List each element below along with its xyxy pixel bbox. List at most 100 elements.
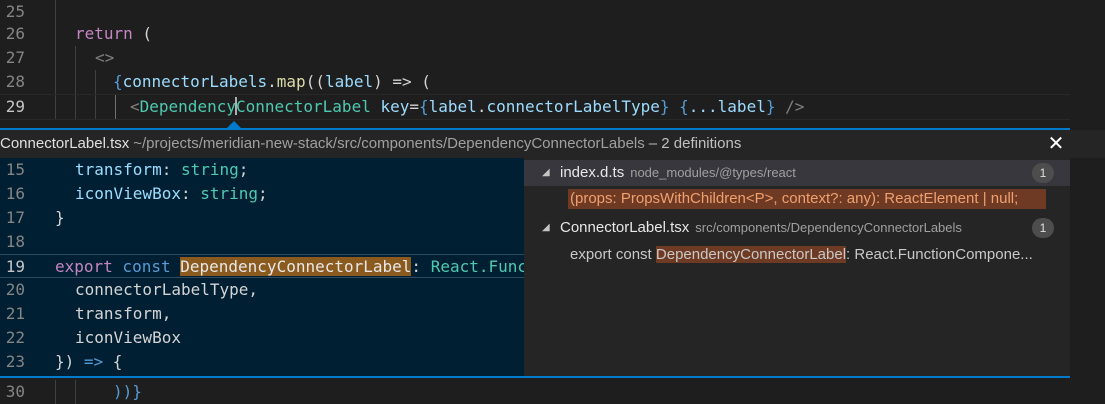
code-line[interactable]: 18 (0, 230, 524, 254)
keyword-return: return (75, 24, 133, 43)
identifier: iconViewBox (75, 328, 181, 347)
indent-guide (55, 22, 56, 46)
code-line[interactable]: 30 ))} (0, 380, 1070, 404)
code-line[interactable]: 22 iconViewBox (0, 326, 524, 350)
reference-file-name: index.d.ts (560, 164, 625, 181)
reference-file-item[interactable]: ◢ index.d.ts node_modules/@types/react 1 (524, 160, 1070, 186)
type-name: React.Funct (430, 257, 524, 276)
indent-guide (75, 380, 76, 404)
line-number: 19 (5, 257, 25, 276)
peek-file-name[interactable]: ConnectorLabel.tsx (0, 135, 129, 152)
reference-line-item[interactable]: (props: PropsWithChildren<P>, context?: … (524, 186, 1070, 212)
keyword-export: export (55, 257, 113, 276)
code-line[interactable]: 27 <> (0, 46, 1070, 70)
line-number: 17 (5, 208, 25, 227)
punctuation: (( (305, 72, 325, 91)
reference-file-item[interactable]: ◢ ConnectorLabel.tsx src/components/Depen… (524, 215, 1070, 241)
identifier: connectorLabelType (75, 280, 249, 299)
line-number: 20 (5, 280, 25, 299)
line-number: 29 (5, 97, 25, 116)
brace: } (55, 208, 65, 227)
code-line-highlighted[interactable]: 19 export const DependencyConnectorLabel… (0, 254, 524, 278)
reference-file-dir: src/components/DependencyConnectorLabels (695, 220, 962, 235)
keyword-const: const (112, 257, 181, 276)
comma: , (248, 280, 259, 299)
property: iconViewBox (75, 184, 181, 203)
line-number: 23 (5, 352, 25, 371)
code-line[interactable]: 15 transform: string; (0, 158, 524, 182)
line-number: 30 (5, 382, 25, 401)
indent-guide (55, 70, 56, 94)
type-name: string (180, 160, 239, 179)
code-line[interactable]: 28 {connectorLabels.map((label) => ( (0, 70, 1070, 94)
line-number: 21 (5, 304, 25, 323)
jsx-brace: { (113, 72, 123, 91)
code-line-current[interactable]: 29 <DependencyConnectorLabel key={label.… (0, 94, 1070, 120)
code-line[interactable]: 25 (0, 0, 1070, 24)
peek-arrow (227, 121, 241, 128)
code-line[interactable]: 21 transform, (0, 302, 524, 326)
indent-guide (75, 95, 76, 119)
chevron-down-icon[interactable]: ◢ (542, 215, 550, 241)
code-line[interactable]: 20 connectorLabelType, (0, 278, 524, 302)
line-number: 26 (5, 24, 25, 43)
reference-line-item[interactable]: export const DependencyConnectorLabel: R… (524, 242, 1070, 268)
jsx-open-bracket: < (130, 97, 140, 116)
line-number: 18 (5, 232, 25, 251)
reference-count-badge: 1 (1032, 163, 1054, 183)
chevron-down-icon[interactable]: ◢ (542, 160, 550, 186)
editor-pane[interactable]: 25 26 return ( 27 <> 28 {connectorLabels… (0, 0, 1105, 120)
indent-guide (55, 46, 56, 70)
jsx-self-close: /> (775, 97, 805, 116)
line-number: 15 (5, 160, 25, 179)
indent-guide (95, 70, 96, 94)
indent-guide (55, 0, 56, 24)
colon: : (411, 257, 431, 276)
indent-guide (75, 46, 76, 70)
colon: : (180, 184, 201, 203)
reference-line-prefix: export const (570, 246, 656, 263)
indent-guide (75, 70, 76, 94)
peek-definition-widget[interactable]: ConnectorLabel.tsx ~/projects/meridian-ne… (0, 121, 1105, 378)
variable: connectorLabels (122, 72, 268, 91)
comma: , (161, 304, 172, 323)
component-name[interactable]: Dependency (140, 97, 236, 116)
punctuation: ) => ( (373, 72, 431, 91)
code-line[interactable]: 23 }) => { (0, 350, 524, 374)
dot: . (476, 97, 487, 116)
indent-guide (95, 95, 96, 119)
peek-editor[interactable]: 15 transform: string; 16 iconViewBox: st… (0, 158, 524, 376)
function-name: map (276, 72, 306, 91)
spread-expression: ...label (688, 97, 766, 116)
colon: : (161, 160, 181, 179)
jsx-brace: { (419, 97, 429, 116)
equals: = (409, 97, 419, 116)
semicolon: ; (258, 184, 268, 203)
variable: label (428, 97, 477, 116)
attribute-name: key (370, 97, 410, 116)
indent-guide-active (115, 95, 116, 119)
peek-header: ConnectorLabel.tsx ~/projects/meridian-ne… (0, 130, 1105, 158)
indent-guide (55, 95, 56, 119)
code-line[interactable]: 16 iconViewBox: string; (0, 182, 524, 206)
code-line[interactable]: 17 } (0, 206, 524, 230)
reference-count-badge: 1 (1032, 218, 1054, 238)
parameter: label (324, 72, 374, 91)
type-name: string (200, 184, 259, 203)
property: connectorLabelType (486, 97, 660, 116)
component-name[interactable]: ConnectorLabel (236, 97, 371, 116)
peek-references-tree[interactable]: ◢ index.d.ts node_modules/@types/react 1 … (524, 158, 1070, 376)
code-line[interactable]: 26 return ( (0, 22, 1070, 46)
closing-brace: }) (55, 352, 75, 371)
peek-definition-count: – 2 definitions (648, 135, 742, 152)
dot: . (267, 72, 277, 91)
indent-guide (55, 380, 56, 404)
definition-match[interactable]: DependencyConnectorLabel (180, 257, 412, 276)
close-icon[interactable]: ✕ (1046, 134, 1066, 154)
reference-line-suffix: : React.FunctionCompone... (846, 246, 1033, 263)
reference-line-match: DependencyConnectorLabel (655, 246, 847, 263)
jsx-brace: { (679, 97, 689, 116)
arrow: => (74, 352, 113, 371)
line-number: 27 (5, 48, 25, 67)
editor-pane[interactable]: 30 ))} (0, 378, 1105, 404)
